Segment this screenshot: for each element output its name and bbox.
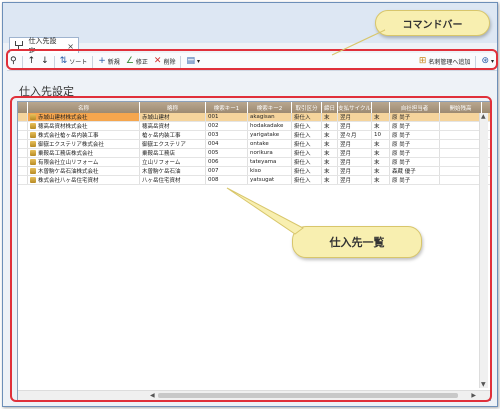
- list-callout-pointer: [226, 187, 304, 235]
- command-bar-highlight: [6, 49, 498, 70]
- list-callout: 仕入先一覧: [292, 226, 422, 258]
- command-bar-callout-pointer: [331, 29, 386, 56]
- command-bar-callout: コマンドバー: [375, 10, 490, 36]
